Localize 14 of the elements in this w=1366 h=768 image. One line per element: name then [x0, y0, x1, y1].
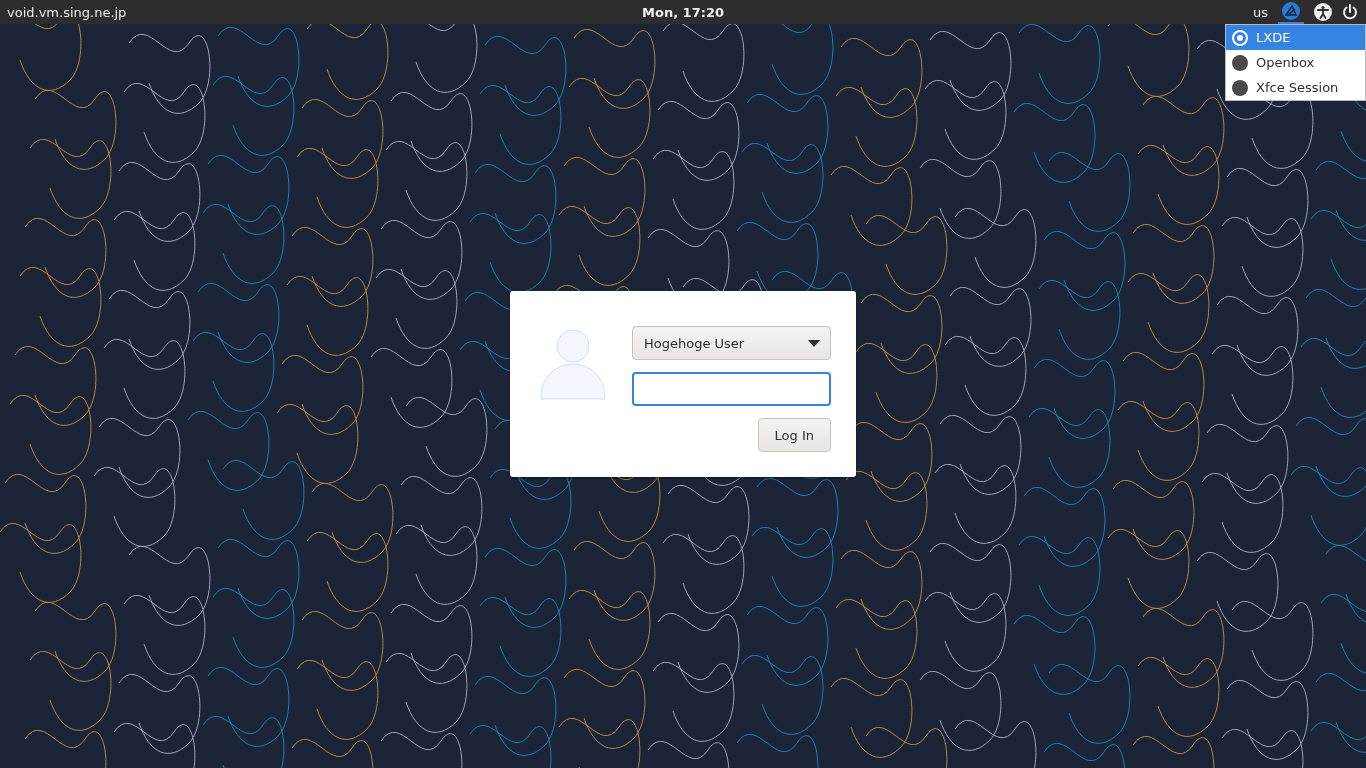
session-menu-item[interactable]: LXDE: [1226, 25, 1365, 50]
session-menu-item[interactable]: Openbox: [1226, 50, 1365, 75]
power-icon[interactable]: [1342, 4, 1358, 20]
accessibility-icon[interactable]: [1314, 3, 1332, 21]
caret-icon: [808, 339, 820, 347]
keyboard-layout-indicator[interactable]: us: [1253, 4, 1268, 20]
clock-label[interactable]: Mon, 17:20: [642, 4, 724, 20]
log-in-button[interactable]: Log In: [757, 418, 831, 452]
session-menu-item[interactable]: Xfce Session: [1226, 75, 1365, 100]
hostname-label: void.vm.sing.ne.jp: [6, 4, 127, 20]
password-field[interactable]: [632, 372, 831, 406]
user-dropdown[interactable]: Hogehoge User: [632, 326, 831, 360]
session-logo-icon: [1282, 2, 1300, 20]
user-avatar-icon: [540, 326, 606, 400]
